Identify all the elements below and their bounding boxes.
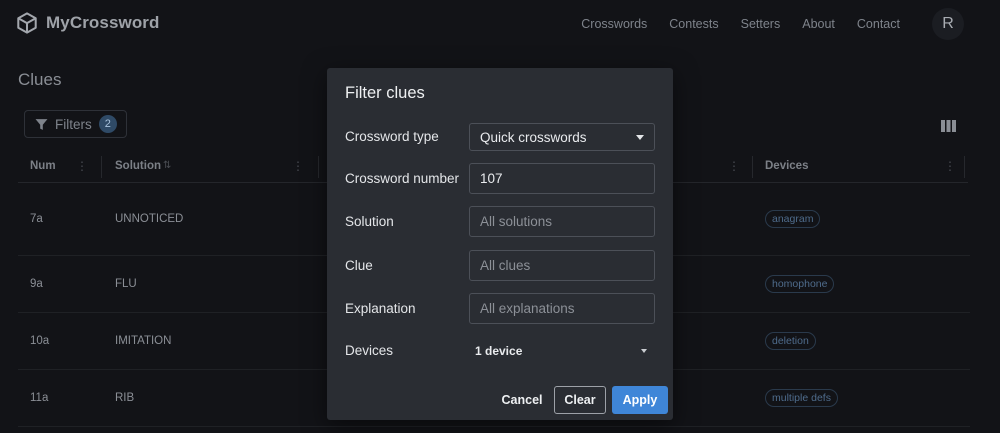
nav-link-about[interactable]: About [802,17,835,31]
brand-link[interactable]: MyCrossword [16,12,160,34]
crossword-type-select[interactable]: Quick crosswords [469,123,655,151]
device-tag: multiple defs [765,389,838,407]
column-divider[interactable] [752,156,753,178]
solution-input[interactable] [469,206,655,237]
device-tag: deletion [765,332,816,350]
row-num: 9a [30,278,43,290]
column-divider[interactable] [964,156,965,178]
device-tag: anagram [765,210,821,228]
row-num: 10a [30,335,50,347]
nav-link-contests[interactable]: Contests [669,17,718,31]
columns-view-icon[interactable] [941,120,956,132]
sort-arrows-icon[interactable]: ⇅ [163,160,171,171]
row-num: 11a [30,392,49,404]
solution-label: Solution [345,214,394,229]
column-menu-icon[interactable]: ⋮ [728,159,740,173]
column-menu-icon[interactable]: ⋮ [944,159,956,173]
clue-label: Clue [345,258,373,273]
column-divider[interactable] [101,156,102,178]
devices-select[interactable]: 1 device [469,338,655,364]
filter-clues-dialog: Filter clues Crossword type Quick crossw… [327,68,673,420]
top-navbar: MyCrossword Crosswords Contests Setters … [0,0,1000,48]
clear-button[interactable]: Clear [554,386,606,414]
cube-logo-icon [17,12,37,34]
column-header-devices[interactable]: Devices [765,160,808,172]
device-tag: homophone [765,275,835,293]
clue-input[interactable] [469,250,655,281]
crossword-number-label: Crossword number [345,171,460,186]
crossword-type-value: Quick crosswords [480,129,587,145]
row-solution: RIB [115,392,135,404]
devices-value: 1 device [475,344,523,358]
nav-link-crosswords[interactable]: Crosswords [581,17,647,31]
crossword-type-label: Crossword type [345,129,439,144]
explanation-input[interactable] [469,293,655,324]
column-menu-icon[interactable]: ⋮ [76,159,88,173]
filters-count-badge: 2 [98,115,117,133]
nav-link-contact[interactable]: Contact [857,17,900,31]
filters-button[interactable]: Filters 2 [24,110,127,138]
brand-name: MyCrossword [46,13,160,32]
page-title: Clues [18,70,62,89]
row-num: 7a [30,213,43,225]
cancel-button[interactable]: Cancel [499,386,545,414]
row-solution: UNNOTICED [115,213,184,225]
user-avatar[interactable]: R [932,8,964,40]
filter-funnel-icon [35,118,48,130]
row-solution: FLU [115,278,137,290]
column-header-solution[interactable]: Solution [115,160,161,172]
explanation-label: Explanation [345,301,416,316]
nav-link-setters[interactable]: Setters [741,17,781,31]
apply-button[interactable]: Apply [612,386,668,414]
caret-down-icon [636,134,644,140]
dialog-title: Filter clues [345,84,425,102]
caret-down-icon [641,349,647,353]
column-header-num[interactable]: Num [30,160,56,172]
filters-label: Filters [55,116,92,132]
devices-label: Devices [345,343,394,358]
column-menu-icon[interactable]: ⋮ [292,159,304,173]
row-solution: IMITATION [115,335,172,347]
column-divider[interactable] [318,156,319,178]
crossword-number-input[interactable] [469,163,655,194]
main-nav: Crosswords Contests Setters About Contac… [581,17,900,31]
